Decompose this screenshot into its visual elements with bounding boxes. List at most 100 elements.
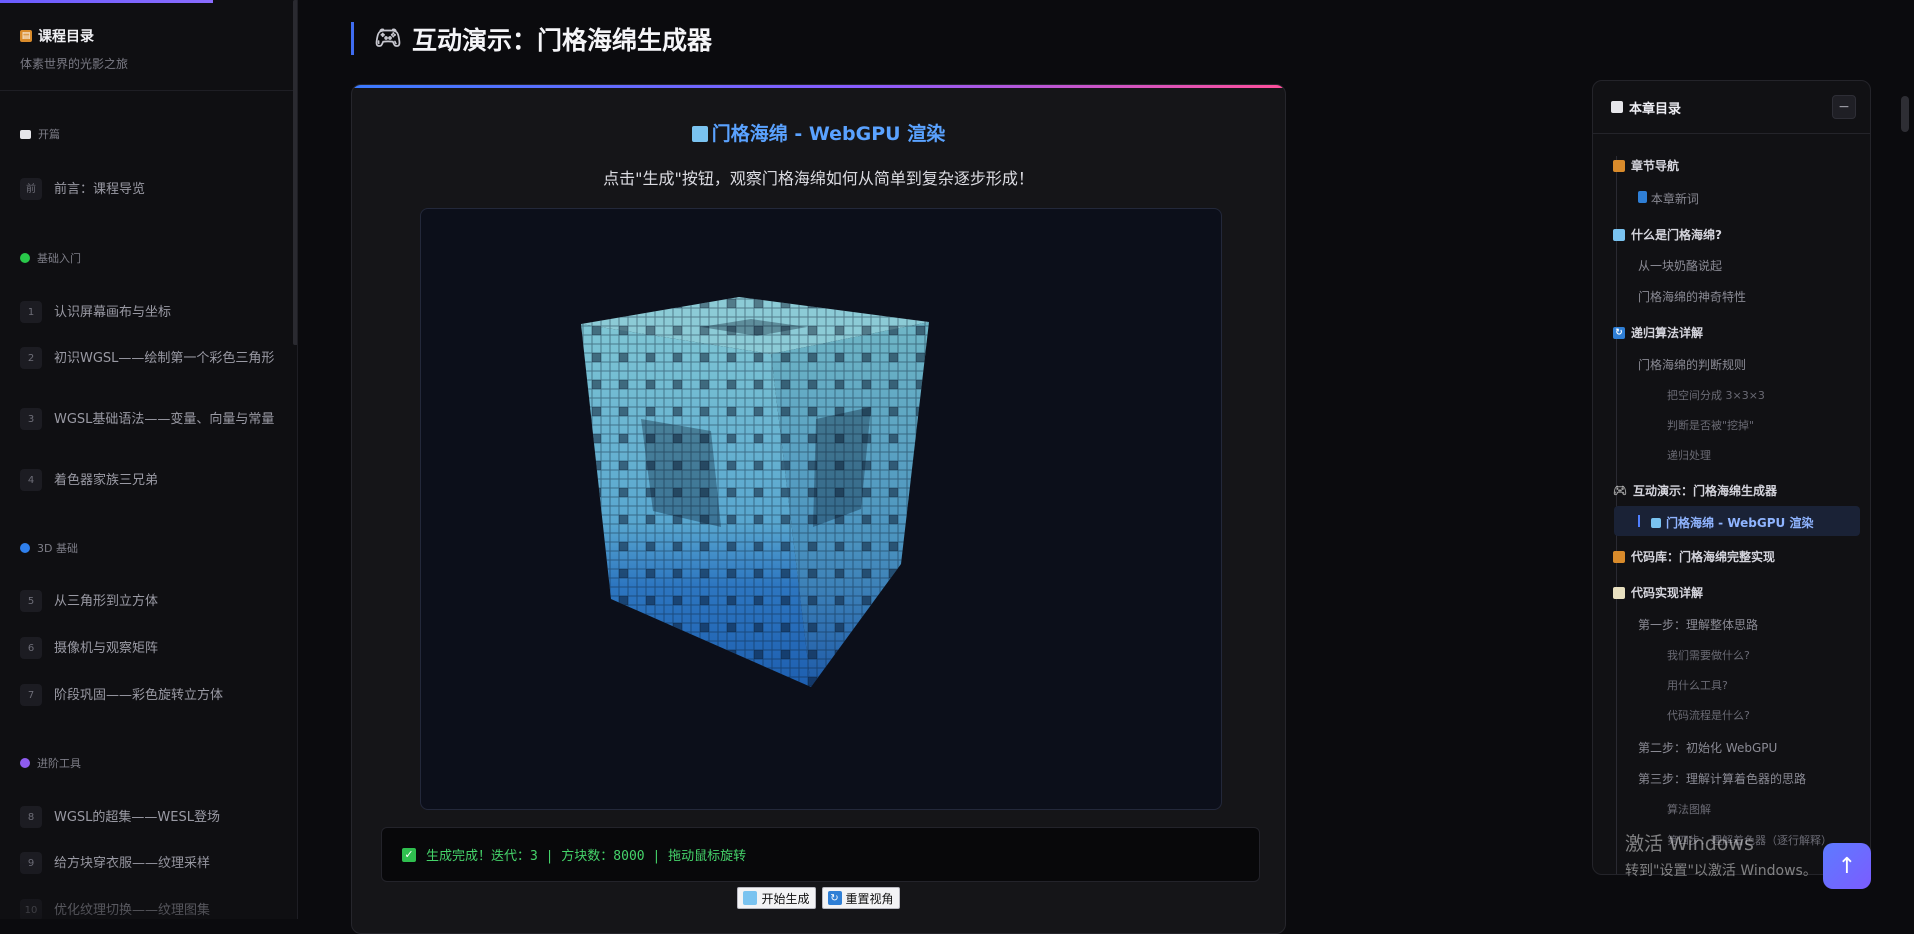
- blue-dot-icon: [20, 543, 30, 553]
- sidebar-item-1[interactable]: 1 认识屏幕画布与坐标: [20, 301, 280, 323]
- books-icon: ▤: [20, 30, 32, 42]
- chapter-number: 6: [20, 637, 42, 659]
- chapter-label: 给方块穿衣服——纹理采样: [54, 855, 211, 871]
- sidebar-item-10[interactable]: 10 优化纹理切换——纹理图集: [20, 899, 280, 919]
- book-icon: [20, 129, 31, 139]
- toc-item-remove[interactable]: 判断是否被"挖掉": [1667, 417, 1754, 433]
- toc-item-active[interactable]: 门格海绵 - WebGPU 渲染: [1651, 514, 1813, 531]
- page-icon: [1611, 101, 1623, 113]
- section-label: 开篇: [38, 128, 60, 141]
- chapter-label: 着色器家族三兄弟: [54, 472, 159, 488]
- reset-label: 重置视角: [845, 891, 894, 906]
- demo-controls: 开始生成 ↻ 重置视角: [352, 887, 1285, 909]
- chapter-number: 9: [20, 852, 42, 874]
- chapter-number: 7: [20, 684, 42, 706]
- sidebar-item-5[interactable]: 5 从三角形到立方体: [20, 590, 280, 612]
- chapter-number: 5: [20, 590, 42, 612]
- toc-item-tools[interactable]: 用什么工具?: [1667, 677, 1728, 693]
- generate-button[interactable]: 开始生成: [737, 887, 816, 909]
- toc-item-flow[interactable]: 代码流程是什么?: [1667, 707, 1750, 723]
- toc-item-cheese[interactable]: 从一块奶酪说起: [1638, 257, 1722, 274]
- gamepad-icon: 🎮︎: [1613, 484, 1627, 497]
- green-dot-icon: [20, 253, 30, 263]
- books-icon: [1613, 550, 1625, 563]
- toc-label: 递归算法详解: [1631, 326, 1704, 340]
- chapter-label: 从三角形到立方体: [54, 593, 159, 609]
- menger-sponge-render: [581, 297, 929, 687]
- chapter-number: 8: [20, 806, 42, 828]
- toc-item-step3[interactable]: 第三步：理解计算着色器的思路: [1638, 770, 1806, 787]
- status-panel: ✓ 生成完成！迭代：3 | 方块数：8000 | 拖动鼠标旋转: [381, 827, 1260, 882]
- toc-item-recursion[interactable]: ↻ 递归算法详解: [1613, 324, 1703, 341]
- memo-icon: [1613, 586, 1625, 599]
- chapter-label: 初识WGSL——绘制第一个彩色三角形: [54, 350, 275, 366]
- cube-icon: [743, 891, 758, 905]
- toc-title: 本章目录: [1629, 101, 1682, 117]
- sidebar-item-6[interactable]: 6 摄像机与观察矩阵: [20, 637, 280, 659]
- chapter-number: 3: [20, 408, 42, 430]
- reset-view-button[interactable]: ↻ 重置视角: [821, 887, 900, 909]
- demo-title: 门格海绵 - WebGPU 渲染: [352, 119, 1285, 146]
- toc-item-rule[interactable]: 门格海绵的判断规则: [1638, 356, 1746, 373]
- toc-label: 代码实现详解: [1631, 586, 1704, 600]
- card-accent-bar: [352, 85, 1285, 88]
- toc-item-need[interactable]: 我们需要做什么?: [1667, 647, 1750, 663]
- toc-item-diagram[interactable]: 算法图解: [1667, 801, 1711, 817]
- reading-progress-bar: [0, 0, 213, 3]
- status-text: 生成完成！迭代：3 | 方块数：8000 | 拖动鼠标旋转: [426, 849, 747, 864]
- chapter-label: WGSL基础语法——变量、向量与常量: [54, 411, 275, 427]
- demo-title-text: 门格海绵 - WebGPU 渲染: [711, 123, 946, 145]
- sidebar-item-9[interactable]: 9 给方块穿衣服——纹理采样: [20, 852, 280, 874]
- toc-active-indicator: [1638, 515, 1640, 527]
- page-scrollbar[interactable]: [1901, 96, 1909, 132]
- toc-item-split[interactable]: 把空间分成 3×3×3: [1667, 387, 1765, 403]
- toc-item-demo[interactable]: 🎮︎ 互动演示：门格海绵生成器: [1613, 482, 1777, 499]
- toc-label: 互动演示：门格海绵生成器: [1632, 484, 1777, 498]
- chapter-number: 前: [20, 178, 42, 200]
- page-title: 🎮︎ 互动演示：门格海绵生成器: [351, 22, 712, 55]
- section-advanced: 进阶工具: [20, 755, 81, 771]
- sidebar-subtitle: 体素世界的光影之旅: [20, 57, 129, 71]
- sidebar-header: ▤ 课程目录 体素世界的光影之旅: [0, 0, 297, 91]
- windows-activation-watermark: 激活 Windows 转到"设置"以激活 Windows。: [1625, 829, 1817, 880]
- demo-description: 点击"生成"按钮，观察门格海绵如何从简单到复杂逐步形成！: [603, 169, 1034, 188]
- toc-item-impl[interactable]: 代码实现详解: [1613, 584, 1703, 601]
- sidebar-item-7[interactable]: 7 阶段巩固——彩色旋转立方体: [20, 684, 280, 706]
- toc-label: 本章新词: [1650, 192, 1699, 206]
- toc-item-codebase[interactable]: 代码库：门格海绵完整实现: [1613, 548, 1775, 565]
- toc-item-recurse[interactable]: 递归处理: [1667, 447, 1711, 463]
- check-icon: ✓: [402, 847, 416, 862]
- section-intro: 开篇: [20, 126, 60, 142]
- toc-item-glossary[interactable]: 本章新词: [1638, 190, 1699, 207]
- sidebar-item-2[interactable]: 2 初识WGSL——绘制第一个彩色三角形: [20, 347, 280, 369]
- generate-label: 开始生成: [761, 891, 810, 906]
- chapter-number: 2: [20, 347, 42, 369]
- toc-item-what[interactable]: 什么是门格海绵?: [1613, 226, 1722, 243]
- toc-item-step1[interactable]: 第一步：理解整体思路: [1638, 616, 1758, 633]
- webgpu-canvas[interactable]: [420, 208, 1222, 810]
- sidebar-item-preface[interactable]: 前 前言：课程导览: [20, 178, 280, 200]
- toc-collapse-button[interactable]: −: [1832, 95, 1856, 119]
- back-to-top-button[interactable]: ↑: [1823, 843, 1871, 889]
- cube-icon: [1613, 228, 1625, 241]
- toc-item-nav[interactable]: 章节导航: [1613, 157, 1679, 174]
- sidebar-title: 课程目录: [38, 29, 94, 45]
- toc-label: 门格海绵 - WebGPU 渲染: [1666, 516, 1814, 530]
- book-icon: [1638, 191, 1647, 203]
- toc-label: 章节导航: [1631, 159, 1680, 173]
- course-sidebar: ▤ 课程目录 体素世界的光影之旅 开篇 前 前言：课程导览 基础入门 1 认识屏…: [0, 0, 298, 919]
- section-3d: 3D 基础: [20, 540, 78, 556]
- sidebar-item-4[interactable]: 4 着色器家族三兄弟: [20, 469, 280, 491]
- chapter-label: 前言：课程导览: [54, 181, 146, 197]
- section-label: 3D 基础: [37, 542, 78, 555]
- toc-item-properties[interactable]: 门格海绵的神奇特性: [1638, 288, 1746, 305]
- demo-card: 门格海绵 - WebGPU 渲染 点击"生成"按钮，观察门格海绵如何从简单到复杂…: [351, 84, 1286, 934]
- sidebar-item-8[interactable]: 8 WGSL的超集——WESL登场: [20, 806, 280, 828]
- chapter-label: 优化纹理切换——纹理图集: [54, 902, 211, 918]
- toc-item-step2[interactable]: 第二步：初始化 WebGPU: [1638, 739, 1777, 756]
- sidebar-scrollbar[interactable]: [293, 0, 297, 345]
- toc-label: 代码库：门格海绵完整实现: [1631, 550, 1776, 564]
- section-basics: 基础入门: [20, 250, 81, 266]
- cube-icon: [1651, 517, 1661, 528]
- sidebar-item-3[interactable]: 3 WGSL基础语法——变量、向量与常量: [20, 408, 280, 430]
